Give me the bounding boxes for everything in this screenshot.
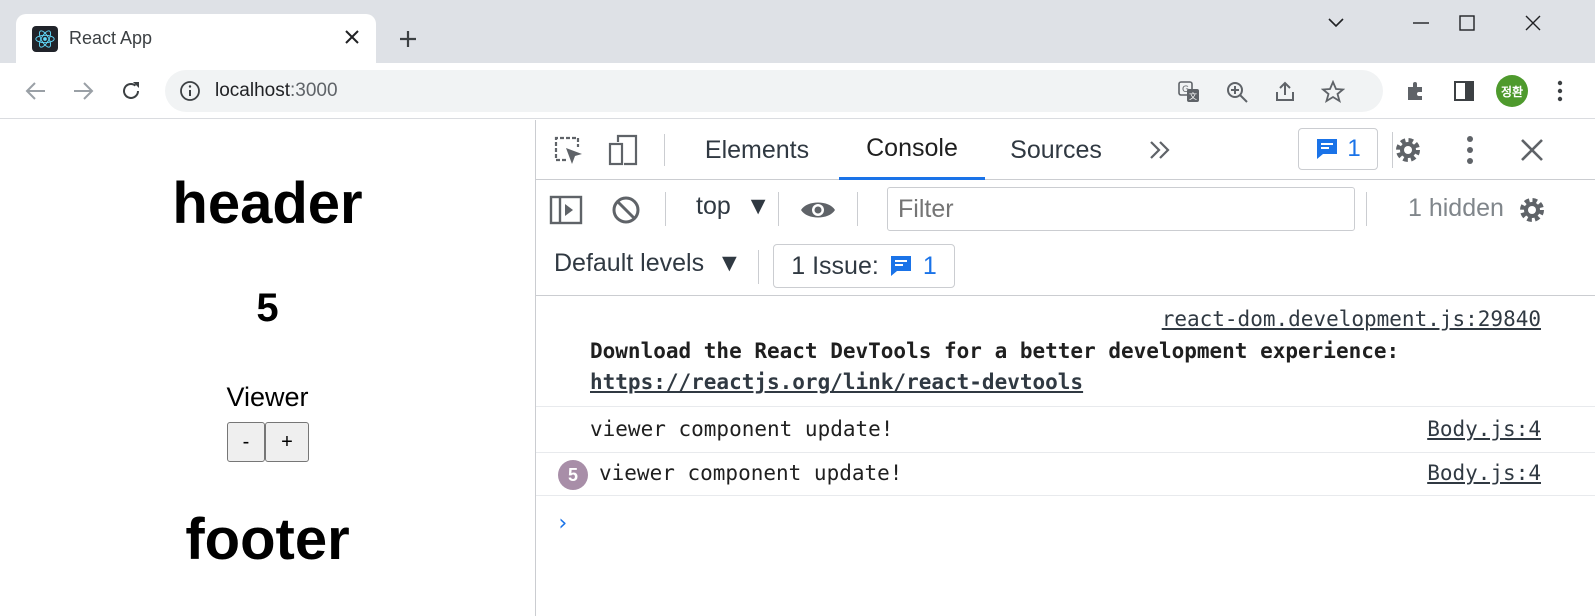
separator <box>665 192 666 226</box>
share-icon[interactable] <box>1271 78 1299 106</box>
tab-console[interactable]: Console <box>839 120 985 180</box>
show-sidebar-icon[interactable] <box>546 190 586 230</box>
separator <box>778 192 779 226</box>
tab-strip: React App <box>0 0 1595 63</box>
separator <box>1366 192 1367 226</box>
react-logo-icon <box>32 26 58 52</box>
new-tab-icon[interactable] <box>393 24 423 54</box>
separator <box>758 250 759 284</box>
context-selector[interactable]: top ▼ <box>696 192 770 221</box>
browser-tab[interactable]: React App <box>16 14 376 63</box>
issues-button[interactable]: 1 Issue: 1 <box>773 244 955 288</box>
live-expression-eye-icon[interactable] <box>796 190 840 230</box>
address-bar[interactable]: localhost:3000 G文 <box>165 70 1383 112</box>
side-panel-icon[interactable] <box>1448 75 1480 107</box>
close-devtools-icon[interactable] <box>1512 130 1552 170</box>
separator <box>857 192 858 226</box>
tab-sources[interactable]: Sources <box>1002 120 1110 180</box>
log-levels-label: Default levels <box>554 249 705 277</box>
tab-elements[interactable]: Elements <box>692 120 822 180</box>
devtools-menu-kebab-icon[interactable] <box>1450 130 1490 170</box>
increment-button[interactable]: + <box>265 422 309 462</box>
console-message: 5 viewer component update! Body.js:4 <box>536 453 1595 496</box>
devtools-download-link[interactable]: https://reactjs.org/link/react-devtools <box>590 370 1083 394</box>
separator <box>664 134 665 166</box>
device-toolbar-icon[interactable] <box>604 130 644 170</box>
browser-toolbar: localhost:3000 G文 정환 <box>0 63 1595 119</box>
issues-counter-button[interactable]: 1 <box>1298 128 1378 170</box>
zoom-icon[interactable] <box>1223 78 1251 106</box>
info-icon[interactable] <box>179 80 201 102</box>
issues-count: 1 <box>1347 135 1361 162</box>
message-text: viewer component update! <box>599 461 903 485</box>
maximize-icon[interactable] <box>1444 6 1490 40</box>
source-link[interactable]: Body.js:4 <box>1427 461 1541 485</box>
minimize-icon[interactable] <box>1398 6 1444 40</box>
forward-arrow-icon[interactable] <box>67 75 99 107</box>
console-prompt-chevron-icon[interactable]: › <box>556 511 569 536</box>
message-text: viewer component update! <box>590 417 894 441</box>
message-icon <box>1317 139 1338 159</box>
svg-text:文: 文 <box>1189 91 1197 101</box>
decrement-button[interactable]: - <box>227 422 265 462</box>
devtools-tab-bar: Elements Console Sources 1 <box>536 120 1595 180</box>
issues-badge-count: 1 <box>922 251 937 280</box>
extensions-puzzle-icon[interactable] <box>1400 75 1432 107</box>
profile-avatar[interactable]: 정환 <box>1496 75 1528 107</box>
source-link[interactable]: react-dom.development.js:29840 <box>1162 307 1541 331</box>
settings-gear-icon[interactable] <box>1388 130 1428 170</box>
source-link[interactable]: Body.js:4 <box>1427 417 1541 441</box>
dropdown-arrow-icon: ▼ <box>717 249 742 277</box>
menu-kebab-icon[interactable] <box>1544 75 1576 107</box>
counter-value: 5 <box>256 286 279 330</box>
viewer-label: Viewer <box>226 382 309 412</box>
dropdown-arrow-icon: ▼ <box>745 192 771 220</box>
devtools-panel: Elements Console Sources 1 top ▼ Filter … <box>535 120 1595 616</box>
app-viewport: header 5 Viewer - + footer <box>0 120 535 616</box>
inspect-element-icon[interactable] <box>548 130 588 170</box>
counter-buttons: - + <box>227 422 309 462</box>
bookmark-star-icon[interactable] <box>1319 78 1347 106</box>
hidden-count: 1 hidden <box>1408 194 1504 222</box>
app-footer: footer <box>185 507 350 572</box>
more-tabs-chevron-icon[interactable] <box>1142 132 1178 168</box>
tab-search-icon[interactable] <box>1313 6 1359 40</box>
clear-console-icon[interactable] <box>606 190 646 230</box>
log-levels-dropdown[interactable]: Default levels ▼ <box>554 249 742 278</box>
context-value: top <box>696 192 731 220</box>
app-header: header <box>172 171 363 236</box>
console-toolbar-secondary: Default levels ▼ 1 Issue: 1 <box>536 238 1595 296</box>
console-message: viewer component update! Body.js:4 <box>536 407 1595 453</box>
tab-title: React App <box>69 28 153 48</box>
close-window-icon[interactable] <box>1510 6 1556 40</box>
issues-label: 1 Issue: <box>791 251 879 280</box>
reload-icon[interactable] <box>115 75 147 107</box>
message-icon <box>890 256 911 276</box>
console-settings-gear-icon[interactable] <box>1512 190 1552 230</box>
message-text: Download the React DevTools for a better… <box>590 339 1400 363</box>
translate-icon[interactable]: G文 <box>1175 78 1203 106</box>
tab-close-icon[interactable] <box>339 24 365 50</box>
console-message: react-dom.development.js:29840 Download … <box>536 297 1595 407</box>
url-text[interactable]: localhost:3000 <box>215 80 338 102</box>
back-arrow-icon[interactable] <box>20 75 52 107</box>
repeat-count-badge: 5 <box>558 460 588 490</box>
console-messages: react-dom.development.js:29840 Download … <box>536 297 1595 536</box>
filter-input[interactable] <box>887 187 1355 231</box>
console-toolbar: top ▼ 1 hidden <box>536 180 1595 238</box>
